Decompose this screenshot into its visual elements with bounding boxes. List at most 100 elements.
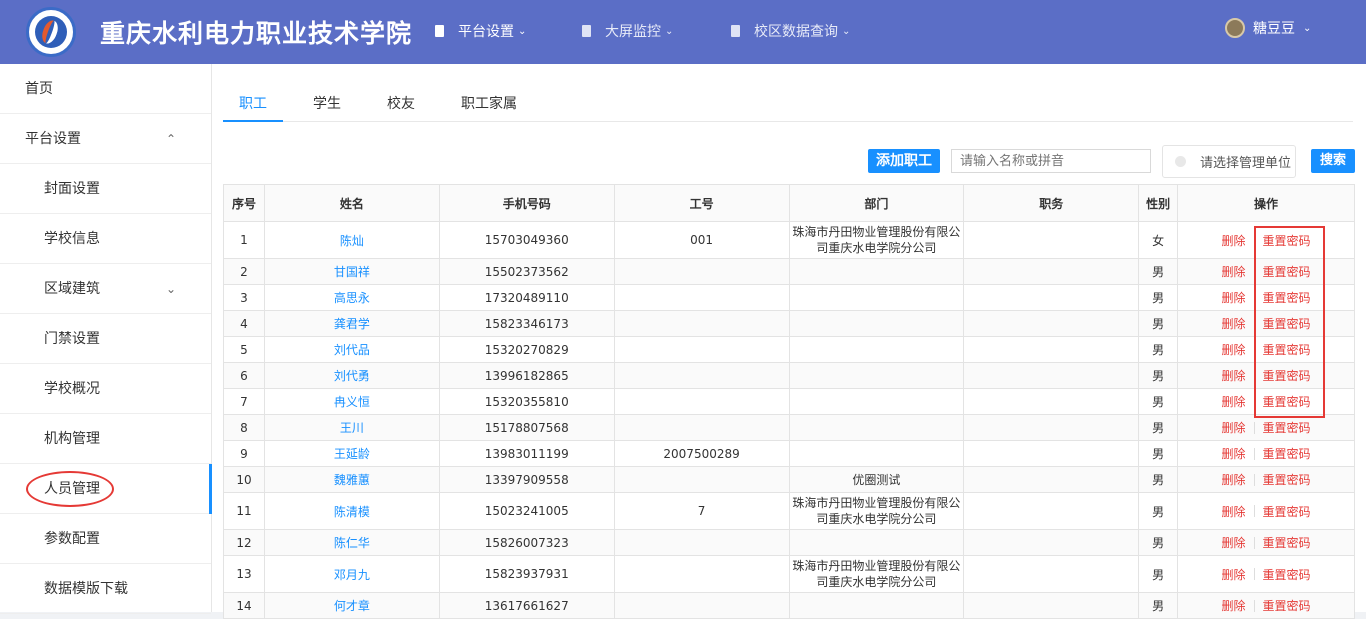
reset-password-link[interactable]: 重置密码 [1263, 393, 1311, 410]
col-header: 姓名 [263, 184, 440, 222]
cell-title [963, 258, 1140, 285]
cell-index: 2 [223, 258, 265, 285]
sidebar-item-platform-settings[interactable]: 平台设置 ⌃ [0, 114, 211, 164]
tab-students[interactable]: 学生 [297, 92, 357, 122]
sidebar-item-school-info[interactable]: 学校信息 [0, 214, 211, 264]
delete-link[interactable]: 删除 [1222, 315, 1246, 332]
cell-name-link[interactable]: 甘国祥 [263, 258, 440, 285]
delete-link[interactable]: 删除 [1222, 341, 1246, 358]
cell-actions: 删除 重置密码 [1177, 310, 1355, 337]
cell-name-link[interactable]: 龚君学 [263, 310, 440, 337]
delete-link[interactable]: 删除 [1222, 445, 1246, 462]
reset-password-link[interactable]: 重置密码 [1263, 445, 1311, 462]
cell-name-link[interactable]: 陈清模 [263, 492, 440, 530]
cell-gender: 男 [1138, 388, 1179, 415]
cell-title [963, 362, 1140, 389]
reset-password-link[interactable]: 重置密码 [1263, 315, 1311, 332]
table-row: 2 甘国祥 15502373562 男删除 重置密码 [223, 258, 1355, 285]
reset-password-link[interactable]: 重置密码 [1263, 232, 1311, 249]
cell-gender: 女 [1138, 221, 1179, 259]
reset-password-link[interactable]: 重置密码 [1263, 367, 1311, 384]
cell-dept [788, 310, 965, 337]
reset-password-link[interactable]: 重置密码 [1263, 471, 1311, 488]
cell-title [963, 310, 1140, 337]
sidebar-item-home[interactable]: 首页 [0, 64, 211, 114]
reset-password-link[interactable]: 重置密码 [1263, 289, 1311, 306]
reset-password-link[interactable]: 重置密码 [1263, 534, 1311, 551]
delete-link[interactable]: 删除 [1222, 566, 1246, 583]
cell-actions: 删除 重置密码 [1177, 555, 1355, 593]
delete-link[interactable]: 删除 [1222, 503, 1246, 520]
sidebar-item-org-management[interactable]: 机构管理 [0, 414, 211, 464]
reset-password-link[interactable]: 重置密码 [1263, 341, 1311, 358]
cell-name-link[interactable]: 王延龄 [263, 440, 440, 467]
search-input[interactable] [951, 149, 1151, 173]
sidebar-item-access-control[interactable]: 门禁设置 [0, 314, 211, 364]
sidebar-item-cover-settings[interactable]: 封面设置 [0, 164, 211, 214]
cell-actions: 删除 重置密码 [1177, 414, 1355, 441]
delete-link[interactable]: 删除 [1222, 393, 1246, 410]
sidebar-item-template-download[interactable]: 数据模版下载 [0, 564, 211, 614]
cell-dept [788, 592, 965, 619]
cell-dept [788, 529, 965, 556]
cell-name-link[interactable]: 刘代品 [263, 336, 440, 363]
cell-name-link[interactable]: 陈灿 [263, 221, 440, 259]
divider [1253, 234, 1255, 246]
cell-name-link[interactable]: 陈仁华 [263, 529, 440, 556]
delete-link[interactable]: 删除 [1222, 534, 1246, 551]
cell-name-link[interactable]: 高思永 [263, 284, 440, 311]
cell-name-link[interactable]: 魏雅蕙 [263, 466, 440, 493]
nav-platform-settings[interactable]: 平台设置 ⌄ [435, 20, 526, 42]
reset-password-link[interactable]: 重置密码 [1263, 419, 1311, 436]
sidebar-item-label: 学校信息 [44, 231, 100, 247]
cell-dept [788, 388, 965, 415]
tab-families[interactable]: 职工家属 [445, 92, 533, 122]
sidebar-item-label: 封面设置 [44, 181, 100, 197]
delete-link[interactable]: 删除 [1222, 232, 1246, 249]
cell-index: 11 [223, 492, 265, 530]
tab-staff[interactable]: 职工 [223, 92, 283, 122]
sidebar-item-personnel[interactable]: 人员管理 [0, 464, 212, 514]
document-icon [731, 25, 740, 37]
cell-actions: 删除 重置密码 [1177, 492, 1355, 530]
cell-gender: 男 [1138, 362, 1179, 389]
cell-gender: 男 [1138, 529, 1179, 556]
delete-link[interactable]: 删除 [1222, 471, 1246, 488]
cell-actions: 删除 重置密码 [1177, 529, 1355, 556]
sidebar-item-school-overview[interactable]: 学校概况 [0, 364, 211, 414]
reset-password-link[interactable]: 重置密码 [1263, 503, 1311, 520]
reset-password-link[interactable]: 重置密码 [1263, 263, 1311, 280]
sidebar-item-params[interactable]: 参数配置 [0, 514, 211, 564]
cell-name-link[interactable]: 何才章 [263, 592, 440, 619]
delete-link[interactable]: 删除 [1222, 289, 1246, 306]
cell-index: 7 [223, 388, 265, 415]
reset-password-link[interactable]: 重置密码 [1263, 566, 1311, 583]
nav-screen-monitor[interactable]: 大屏监控 ⌄ [582, 20, 673, 42]
cell-name-link[interactable]: 刘代勇 [263, 362, 440, 389]
cell-gender: 男 [1138, 440, 1179, 467]
cell-phone: 17320489110 [438, 284, 615, 311]
delete-link[interactable]: 删除 [1222, 367, 1246, 384]
add-staff-button[interactable]: 添加职工 [868, 149, 940, 173]
delete-link[interactable]: 删除 [1222, 263, 1246, 280]
search-button[interactable]: 搜索 [1311, 149, 1355, 173]
cell-index: 5 [223, 336, 265, 363]
cell-phone: 15703049360 [438, 221, 615, 259]
unit-select[interactable]: 请选择管理单位 [1162, 145, 1296, 178]
nav-campus-data[interactable]: 校区数据查询 ⌄ [731, 20, 850, 42]
delete-link[interactable]: 删除 [1222, 597, 1246, 614]
cell-title [963, 492, 1140, 530]
cell-name-link[interactable]: 冉义恒 [263, 388, 440, 415]
reset-password-link[interactable]: 重置密码 [1263, 597, 1311, 614]
cell-dept [788, 440, 965, 467]
sidebar-item-buildings[interactable]: 区域建筑 ⌄ [0, 264, 211, 314]
user-menu[interactable]: 糖豆豆 ⌄ [1225, 18, 1311, 38]
cell-name-link[interactable]: 邓月九 [263, 555, 440, 593]
sidebar-item-label: 参数配置 [44, 531, 100, 547]
cell-name-link[interactable]: 王川 [263, 414, 440, 441]
cell-phone: 15826007323 [438, 529, 615, 556]
delete-link[interactable]: 删除 [1222, 419, 1246, 436]
cell-index: 3 [223, 284, 265, 311]
tab-alumni[interactable]: 校友 [371, 92, 431, 122]
chevron-down-icon: ⌄ [1303, 22, 1312, 34]
